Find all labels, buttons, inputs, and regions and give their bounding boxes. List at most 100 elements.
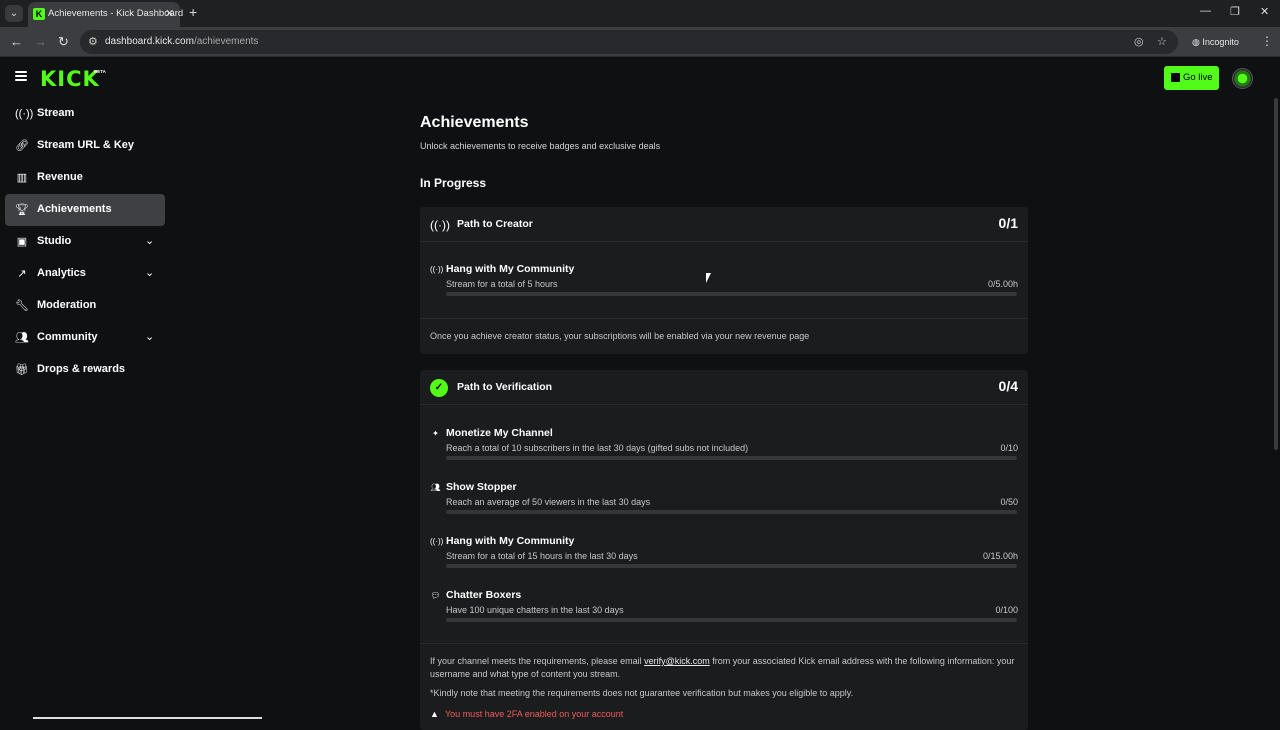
sparkle-icon: ✦ bbox=[432, 429, 439, 438]
tab-title: Achievements - Kick Dashboard bbox=[48, 8, 184, 19]
card-footer: If your channel meets the requirements, … bbox=[420, 643, 1028, 730]
achievement-title: Hang with My Community bbox=[446, 535, 575, 547]
beta-badge: BETA bbox=[94, 69, 106, 74]
go-live-button[interactable]: Go live bbox=[1164, 66, 1219, 90]
progress-bar bbox=[446, 456, 1017, 460]
wrench-icon: 🔧︎ bbox=[15, 300, 29, 312]
verify-email-link[interactable]: verify@kick.com bbox=[644, 656, 710, 666]
achievement-value: 0/5.00h bbox=[987, 279, 1018, 289]
card-count: 0/4 bbox=[998, 378, 1018, 394]
broadcast-icon: ((·)) bbox=[15, 108, 34, 120]
card-count: 0/1 bbox=[998, 215, 1018, 231]
chart-icon: ▥ bbox=[16, 172, 28, 184]
sidebar: ((·)) Stream 🔗︎ Stream URL & Key ▥ Reven… bbox=[5, 98, 165, 386]
eye-off-icon[interactable]: ◎ bbox=[1134, 35, 1144, 48]
achievement-desc: Reach an average of 50 viewers in the la… bbox=[446, 497, 651, 507]
studio-icon: ▣ bbox=[16, 236, 28, 248]
scrollbar[interactable] bbox=[1274, 98, 1278, 450]
chevron-down-icon[interactable]: ⌄ bbox=[145, 330, 154, 343]
achievement-desc: Stream for a total of 5 hours bbox=[446, 279, 558, 289]
sidebar-item-achievements[interactable]: 🏆︎ Achievements bbox=[5, 194, 165, 226]
achievement-desc: Reach a total of 10 subscribers in the l… bbox=[446, 443, 749, 453]
viewers-icon: 👥︎ bbox=[430, 483, 441, 492]
achievement-title: Monetize My Channel bbox=[446, 427, 553, 439]
new-tab-button[interactable]: + bbox=[189, 4, 197, 20]
achievement-item: 💬︎ Chatter Boxers Have 100 unique chatte… bbox=[420, 589, 1028, 629]
kick-icon bbox=[1171, 73, 1180, 82]
sidebar-item-studio[interactable]: ▣ Studio ⌄ bbox=[5, 226, 165, 258]
sidebar-item-stream-url-key[interactable]: 🔗︎ Stream URL & Key bbox=[5, 130, 165, 162]
achievement-desc: Have 100 unique chatters in the last 30 … bbox=[446, 605, 624, 615]
restore-icon[interactable]: ❐ bbox=[1230, 5, 1240, 18]
close-window-icon[interactable]: ✕ bbox=[1260, 5, 1269, 18]
verification-card: ✓ Path to Verification 0/4 ✦ Monetize My… bbox=[420, 370, 1028, 730]
site-info-icon[interactable]: ⚙ bbox=[88, 35, 98, 48]
achievement-value: 0/15.00h bbox=[982, 551, 1018, 561]
sidebar-item-moderation[interactable]: 🔧︎ Moderation bbox=[5, 290, 165, 322]
card-title: Path to Creator bbox=[457, 218, 533, 230]
card-title: Path to Verification bbox=[457, 381, 553, 393]
back-icon[interactable]: ← bbox=[10, 34, 23, 49]
chat-bubble-icon: 💬︎ bbox=[430, 591, 441, 600]
sidebar-item-label: Revenue bbox=[37, 171, 83, 183]
broadcast-icon: ((·)) bbox=[430, 218, 450, 232]
sidebar-item-label: Analytics bbox=[37, 267, 86, 279]
url-text: dashboard.kick.com/achievements bbox=[105, 36, 259, 47]
broadcast-icon: ((·)) bbox=[430, 265, 444, 274]
url-input[interactable]: ⚙ dashboard.kick.com/achievements ◎ ☆ bbox=[80, 30, 1178, 54]
sidebar-item-label: Community bbox=[37, 331, 98, 343]
page-title: Achievements bbox=[420, 114, 529, 131]
achievement-item: ((·)) Hang with My Community Stream for … bbox=[420, 263, 1028, 303]
tab-close-icon[interactable]: ✕ bbox=[165, 7, 174, 20]
progress-bar bbox=[446, 564, 1017, 568]
verification-note: *Kindly note that meeting the requiremen… bbox=[430, 688, 854, 698]
analytics-icon: ↗ bbox=[17, 268, 27, 280]
sidebar-item-label: Drops & rewards bbox=[37, 363, 126, 375]
chevron-down-icon[interactable]: ⌄ bbox=[145, 266, 154, 279]
avatar[interactable] bbox=[1232, 68, 1253, 89]
sidebar-item-drops-rewards[interactable]: 🎁︎ Drops & rewards bbox=[5, 354, 165, 386]
forward-icon[interactable]: → bbox=[34, 34, 47, 49]
verified-badge-icon: ✓ bbox=[430, 379, 448, 397]
sidebar-item-label: Stream URL & Key bbox=[37, 139, 134, 151]
browser-menu-icon[interactable]: ⋮ bbox=[1261, 34, 1273, 48]
kick-favicon-icon: K bbox=[33, 8, 45, 20]
progress-bar bbox=[446, 618, 1017, 622]
card-header: ((·)) Path to Creator 0/1 bbox=[420, 207, 1028, 242]
creator-card: ((·)) Path to Creator 0/1 ((·)) Hang wit… bbox=[420, 207, 1028, 354]
verification-instructions: If your channel meets the requirements, … bbox=[430, 656, 1015, 679]
sidebar-item-label: Studio bbox=[37, 235, 72, 247]
creator-footer-text: Once you achieve creator status, your su… bbox=[430, 331, 810, 341]
browser-tab[interactable]: K Achievements - Kick Dashboard ✕ bbox=[28, 2, 184, 27]
warning-icon: ▲ bbox=[430, 709, 439, 719]
incognito-indicator[interactable]: ◍ Incognito bbox=[1186, 32, 1245, 52]
achievement-title: Hang with My Community bbox=[446, 263, 575, 275]
achievement-title: Chatter Boxers bbox=[446, 589, 522, 601]
sidebar-item-community[interactable]: 👥︎ Community ⌄ bbox=[5, 322, 165, 354]
achievement-item: ✦ Monetize My Channel Reach a total of 1… bbox=[420, 427, 1028, 467]
sidebar-item-label: Achievements bbox=[37, 203, 112, 215]
menu-icon[interactable] bbox=[15, 71, 27, 81]
achievement-item: 👥︎ Show Stopper Reach an average of 50 v… bbox=[420, 481, 1028, 521]
sidebar-item-stream[interactable]: ((·)) Stream bbox=[5, 98, 165, 130]
chevron-down-icon[interactable]: ⌄ bbox=[145, 234, 154, 247]
sidebar-item-analytics[interactable]: ↗ Analytics ⌄ bbox=[5, 258, 165, 290]
achievement-desc: Stream for a total of 15 hours in the la… bbox=[446, 551, 638, 561]
dashboard-app: KICK BETA Go live ((·)) Stream 🔗︎ Stream… bbox=[0, 58, 1280, 730]
achievement-title: Show Stopper bbox=[446, 481, 517, 493]
sidebar-item-label: Stream bbox=[37, 107, 75, 119]
tab-search-button[interactable]: ⌄ bbox=[5, 5, 23, 22]
kick-logo[interactable]: KICK bbox=[40, 67, 100, 91]
sidebar-item-revenue[interactable]: ▥ Revenue bbox=[5, 162, 165, 194]
achievement-item: ((·)) Hang with My Community Stream for … bbox=[420, 535, 1028, 575]
reload-icon[interactable]: ↻ bbox=[58, 34, 69, 50]
link-icon: 🔗︎ bbox=[15, 140, 29, 152]
minimize-icon[interactable]: — bbox=[1200, 5, 1211, 17]
section-title: In Progress bbox=[420, 176, 487, 190]
trophy-icon: 🏆︎ bbox=[15, 204, 29, 216]
card-header: ✓ Path to Verification 0/4 bbox=[420, 370, 1028, 405]
page-subtitle: Unlock achievements to receive badges an… bbox=[420, 141, 661, 151]
mouse-cursor-icon bbox=[706, 273, 716, 283]
community-icon: 👥︎ bbox=[15, 332, 29, 344]
bookmark-star-icon[interactable]: ☆ bbox=[1157, 35, 1167, 48]
